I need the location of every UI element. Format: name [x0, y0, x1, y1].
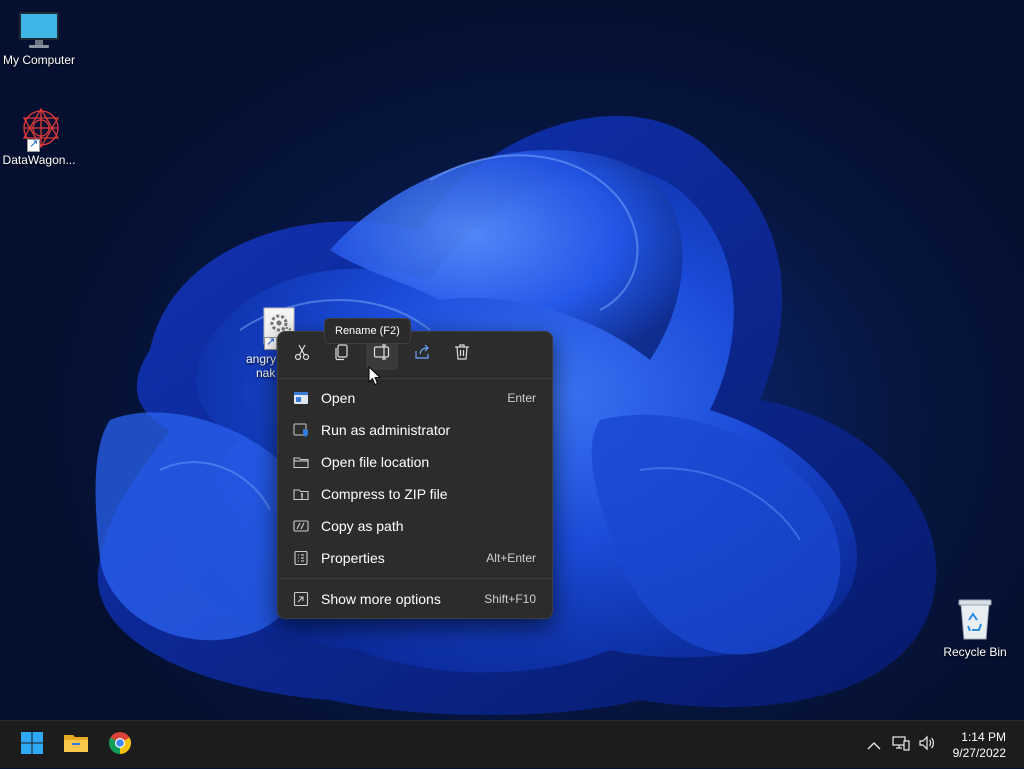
desktop-icon-my-computer[interactable]: My Computer: [0, 10, 78, 68]
chrome-icon: [108, 731, 132, 759]
menu-item-shortcut: Enter: [507, 391, 536, 405]
copy-icon: [333, 343, 351, 366]
datawagon-logo-icon: [15, 106, 63, 152]
share-icon: [413, 343, 431, 366]
windows-start-icon: [20, 731, 44, 759]
taskbar-clock[interactable]: 1:14 PM 9/27/2022: [953, 729, 1006, 761]
context-menu: Open Enter Run as administrator Open fil…: [277, 331, 553, 619]
file-explorer-taskbar-button[interactable]: [60, 729, 92, 761]
clock-date: 9/27/2022: [952, 746, 1006, 760]
menu-item-open[interactable]: Open Enter: [282, 383, 548, 413]
clock-time: 1:14 PM: [961, 730, 1006, 744]
properties-icon: [292, 549, 310, 567]
menu-item-shortcut: Alt+Enter: [486, 551, 536, 565]
chevron-up-icon: [867, 736, 881, 755]
copy-path-icon: [292, 517, 310, 535]
chrome-taskbar-button[interactable]: [104, 729, 136, 761]
menu-item-label: Run as administrator: [321, 422, 451, 438]
desktop-icon-datawagon[interactable]: DataWagon...: [0, 106, 78, 168]
folder-icon: [292, 453, 310, 471]
menu-item-label: Open file location: [321, 454, 430, 470]
volume-icon: [918, 735, 936, 755]
menu-item-compress-to-zip[interactable]: Compress to ZIP file: [282, 479, 548, 509]
file-explorer-icon: [63, 732, 89, 758]
menu-item-show-more-options[interactable]: Show more options Shift+F10: [282, 584, 548, 614]
open-app-icon: [292, 389, 310, 407]
desktop[interactable]: My Computer DataWagon...: [0, 0, 1024, 720]
context-menu-toolbar: [278, 338, 552, 372]
menu-item-copy-as-path[interactable]: Copy as path: [282, 511, 548, 541]
desktop-icon-recycle-bin[interactable]: Recycle Bin: [936, 596, 1014, 660]
taskbar: 1:14 PM 9/27/2022: [0, 720, 1024, 768]
menu-item-open-file-location[interactable]: Open file location: [282, 447, 548, 477]
delete-icon: [453, 343, 471, 366]
menu-separator: [278, 578, 552, 579]
monitor-icon: [17, 10, 61, 50]
show-hidden-icons-button[interactable]: [864, 721, 884, 769]
menu-item-label: Compress to ZIP file: [321, 486, 448, 502]
menu-item-label: Copy as path: [321, 518, 404, 534]
rename-tooltip: Rename (F2): [324, 318, 411, 344]
network-status-button[interactable]: [890, 721, 912, 769]
menu-item-label: Show more options: [321, 591, 441, 607]
menu-item-properties[interactable]: Properties Alt+Enter: [282, 543, 548, 573]
menu-item-label: Properties: [321, 550, 385, 566]
cut-icon: [293, 343, 311, 366]
rename-icon: [373, 343, 391, 366]
menu-item-shortcut: Shift+F10: [484, 592, 536, 606]
start-button[interactable]: [16, 729, 48, 761]
menu-item-run-as-administrator[interactable]: Run as administrator: [282, 415, 548, 445]
shortcut-arrow-icon: [264, 335, 277, 350]
desktop-icon-label: Recycle Bin: [943, 645, 1007, 659]
volume-button[interactable]: [916, 721, 938, 769]
recycle-bin-icon: [955, 596, 995, 642]
desktop-icon-label: DataWagon...: [2, 153, 76, 167]
mouse-cursor-icon: [368, 366, 382, 386]
shortcut-arrow-icon: [27, 137, 40, 152]
more-options-icon: [292, 590, 310, 608]
menu-separator: [278, 378, 552, 379]
network-icon: [892, 735, 910, 755]
admin-shield-icon: [292, 421, 310, 439]
zip-folder-icon: [292, 485, 310, 503]
menu-item-label: Open: [321, 390, 356, 406]
share-button[interactable]: [406, 338, 438, 370]
cut-button[interactable]: [286, 338, 318, 370]
desktop-icon-label: My Computer: [2, 53, 76, 67]
delete-button[interactable]: [446, 338, 478, 370]
